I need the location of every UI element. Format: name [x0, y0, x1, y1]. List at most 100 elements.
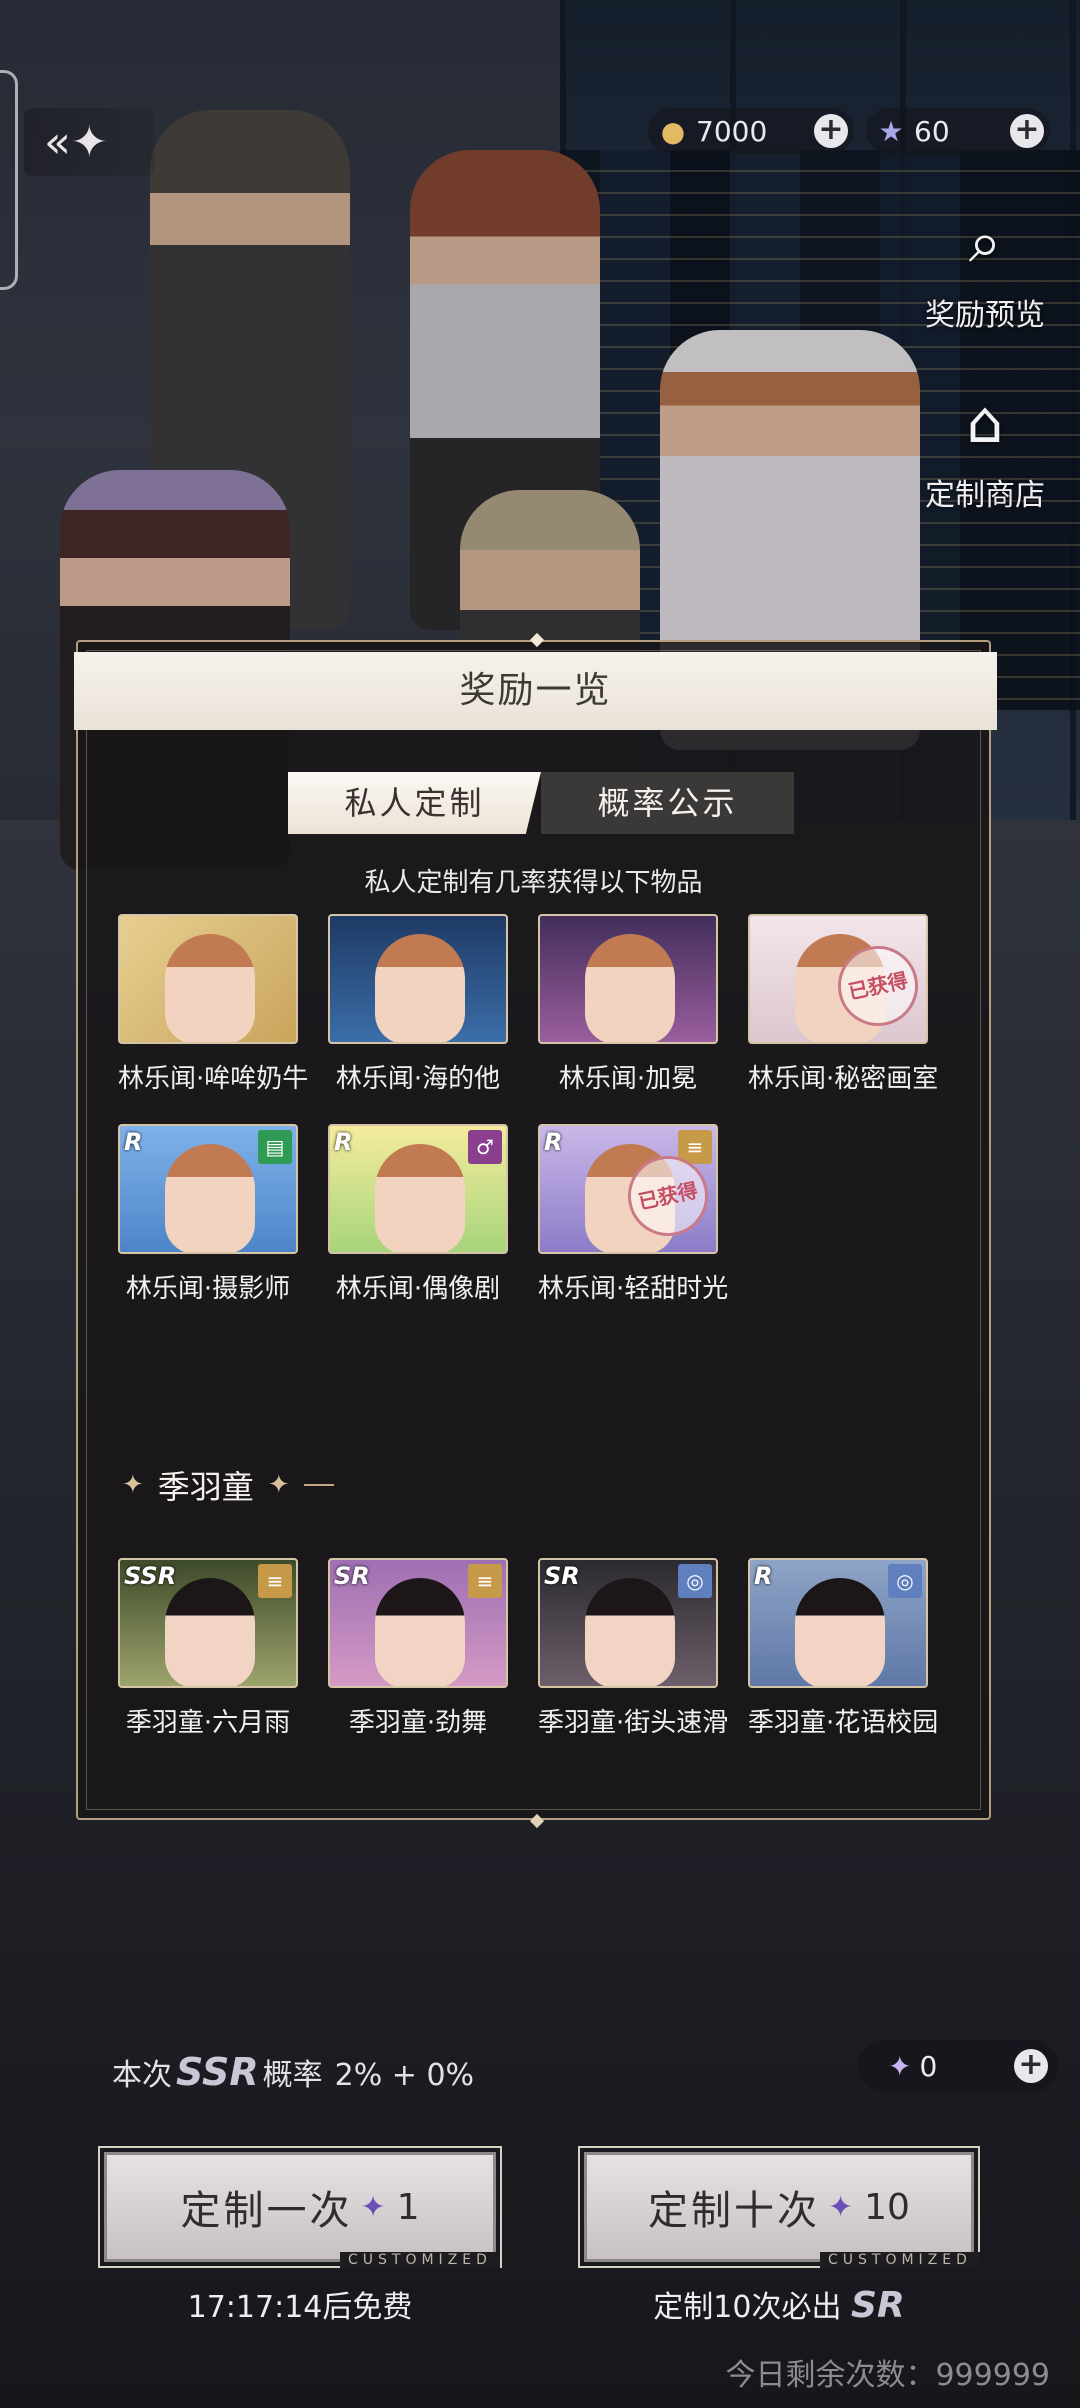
- portrait: [375, 1578, 465, 1686]
- card-thumbnail: R ◎: [748, 1558, 928, 1688]
- rarity-badge: SR: [544, 1562, 580, 1590]
- customize-once-button[interactable]: 定制一次 ✦ 1: [98, 2146, 502, 2268]
- reward-row: 林乐闻·哞哞奶牛 林乐闻·海的他 林乐闻·加冕 已获得 林乐闻·秘密画室: [118, 914, 939, 1095]
- guarantee-text: 定制10次必出 SR: [584, 2282, 974, 2326]
- panel-title: 奖励一览: [74, 652, 997, 730]
- ticket-value: 0: [919, 2049, 938, 2083]
- reward-card[interactable]: 林乐闻·哞哞奶牛: [118, 914, 309, 1095]
- card-thumbnail: [118, 914, 298, 1044]
- portrait: [585, 934, 675, 1042]
- prob-ssr-label: SSR: [176, 2050, 259, 2094]
- tab-bar: 私人定制 概率公示: [288, 772, 794, 834]
- reward-card[interactable]: R ▤ 林乐闻·摄影师: [118, 1124, 298, 1305]
- customized-caption: CUSTOMIZED: [340, 2252, 500, 2268]
- portrait: [375, 1144, 465, 1252]
- divider-line: [303, 1484, 334, 1486]
- reward-card[interactable]: R ◎ 季羽童·花语校园: [748, 1558, 939, 1739]
- target-icon: ◎: [888, 1564, 922, 1598]
- free-timer: 17:17:14后免费: [187, 2290, 413, 2325]
- section-title-ji-yutong: ✦ 季羽童 ✦: [122, 1462, 334, 1508]
- guarantee-prefix: 定制10次必出: [653, 2290, 842, 2325]
- reward-row: SSR ≡ 季羽童·六月雨 SR ≡ 季羽童·劲舞 SR ◎ 季羽童·街头速滑: [118, 1558, 939, 1739]
- card-thumbnail: R ≡ 已获得: [538, 1124, 718, 1254]
- tab-probability[interactable]: 概率公示: [541, 772, 794, 834]
- ticket-counter: ✦ 0 +: [858, 2040, 1058, 2092]
- back-arrow-icon: «✦: [44, 116, 108, 168]
- reward-row: R ▤ 林乐闻·摄影师 R ♂ 林乐闻·偶像剧 R ≡ 已获得 林乐闻·轻甜时光: [118, 1124, 729, 1305]
- portrait: [375, 934, 465, 1042]
- reward-card[interactable]: SR ≡ 季羽童·劲舞: [328, 1558, 508, 1739]
- card-name: 季羽童·六月雨: [125, 1708, 291, 1738]
- customized-caption: CUSTOMIZED: [820, 2252, 980, 2268]
- card-name: 林乐闻·偶像剧: [335, 1274, 501, 1304]
- reward-preview-label: 奖励预览: [925, 298, 1045, 333]
- custom-shop-button[interactable]: ⌂ 定制商店: [900, 380, 1070, 514]
- card-name: 林乐闻·加冕: [558, 1064, 698, 1094]
- card-name: 林乐闻·摄影师: [125, 1274, 291, 1304]
- portrait: [165, 1144, 255, 1252]
- reward-card[interactable]: 林乐闻·海的他: [328, 914, 508, 1095]
- reward-card[interactable]: R ≡ 已获得 林乐闻·轻甜时光: [538, 1124, 729, 1305]
- reward-card[interactable]: SSR ≡ 季羽童·六月雨: [118, 1558, 298, 1739]
- ssr-probability: 本次 SSR 概率 2% + 0%: [112, 2050, 474, 2094]
- microphone-icon: ♂: [468, 1130, 502, 1164]
- gold-value: 7000: [696, 114, 768, 148]
- add-ticket-button[interactable]: +: [1014, 2049, 1048, 2083]
- rarity-badge: R: [754, 1562, 773, 1590]
- guarantee-rarity: SR: [851, 2285, 905, 2326]
- card-name: 林乐闻·轻甜时光: [538, 1274, 729, 1304]
- sparkle-icon: ✦: [122, 1470, 144, 1500]
- add-gold-button[interactable]: +: [814, 114, 848, 148]
- tab-private-custom[interactable]: 私人定制: [288, 772, 541, 834]
- portrait: [795, 1578, 885, 1686]
- magnifier-icon: ⌕: [968, 208, 1002, 276]
- card-thumbnail: R ▤: [118, 1124, 298, 1254]
- coin-icon: ●: [660, 114, 686, 148]
- section-title-text: 季羽童: [157, 1468, 254, 1506]
- back-button[interactable]: «✦: [24, 108, 154, 176]
- customize-ten-button[interactable]: 定制十次 ✦ 10: [578, 2146, 980, 2268]
- bars-icon: ≡: [258, 1564, 292, 1598]
- rarity-badge: R: [124, 1128, 143, 1156]
- customize-ten-cost: 10: [864, 2186, 910, 2228]
- gold-currency: ● 7000 +: [648, 108, 854, 154]
- card-name: 林乐闻·哞哞奶牛: [118, 1064, 309, 1094]
- reward-card[interactable]: 已获得 林乐闻·秘密画室: [748, 914, 939, 1095]
- card-thumbnail: R ♂: [328, 1124, 508, 1254]
- reward-overview-panel: 奖励一览 私人定制 概率公示 私人定制有几率获得以下物品 林乐闻·哞哞奶牛 林乐…: [74, 632, 997, 1829]
- add-star-button[interactable]: +: [1010, 114, 1044, 148]
- clapperboard-icon: ▤: [258, 1130, 292, 1164]
- customize-once-cost: 1: [396, 2186, 420, 2228]
- left-edge-decoration: [0, 70, 18, 290]
- target-icon: ◎: [678, 1564, 712, 1598]
- card-name: 林乐闻·秘密画室: [748, 1064, 939, 1094]
- reward-card[interactable]: SR ◎ 季羽童·街头速滑: [538, 1558, 729, 1739]
- panel-subtitle: 私人定制有几率获得以下物品: [364, 868, 703, 898]
- reward-preview-button[interactable]: ⌕ 奖励预览: [900, 200, 1070, 334]
- customize-once-label: 定制一次: [180, 2188, 353, 2234]
- card-name: 季羽童·街头速滑: [538, 1708, 729, 1738]
- card-thumbnail: SR ◎: [538, 1558, 718, 1688]
- portrait: [585, 1578, 675, 1686]
- card-name: 季羽童·花语校园: [748, 1708, 939, 1738]
- remaining-count: 今日剩余次数：999999: [725, 2358, 1050, 2393]
- rarity-badge: R: [334, 1128, 353, 1156]
- rarity-badge: SSR: [124, 1562, 177, 1590]
- card-thumbnail: SR ≡: [328, 1558, 508, 1688]
- card-name: 林乐闻·海的他: [335, 1064, 501, 1094]
- prob-prefix: 本次: [112, 2058, 172, 2093]
- reward-card[interactable]: 林乐闻·加冕: [538, 914, 718, 1095]
- gift-box-icon: ⌂: [966, 388, 1004, 456]
- card-thumbnail: 已获得: [748, 914, 928, 1044]
- prob-value: 2% + 0%: [334, 2058, 475, 2093]
- sparkle-icon: ✦: [267, 1470, 290, 1500]
- reward-card[interactable]: R ♂ 林乐闻·偶像剧: [328, 1124, 508, 1305]
- portrait: [165, 1578, 255, 1686]
- star-currency: ★ 60 +: [866, 108, 1050, 154]
- rarity-badge: SR: [334, 1562, 370, 1590]
- star-value: 60: [914, 114, 950, 148]
- ticket-icon: ✦: [888, 2049, 912, 2083]
- rarity-badge: R: [544, 1128, 563, 1156]
- card-name: 季羽童·劲舞: [348, 1708, 488, 1738]
- customize-ten-label: 定制十次: [648, 2188, 821, 2234]
